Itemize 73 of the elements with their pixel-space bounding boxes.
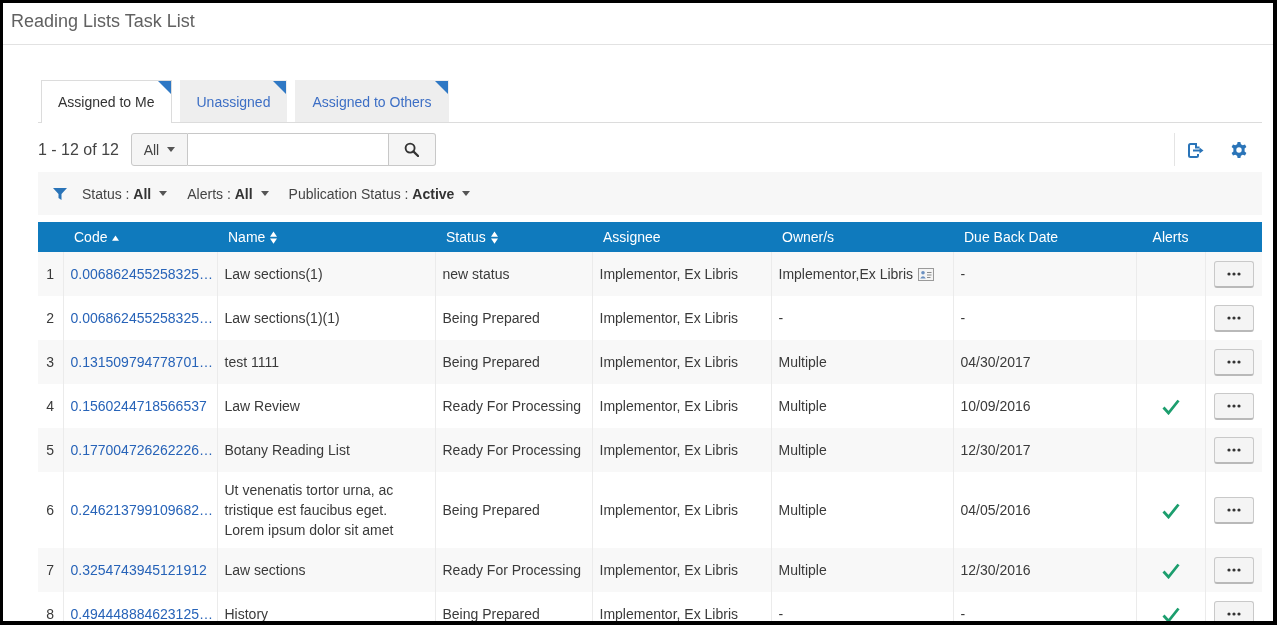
row-actions-button[interactable] <box>1213 436 1254 464</box>
owner-name: - <box>778 310 784 326</box>
code-link[interactable]: 0.1560244718566537 <box>70 398 207 414</box>
row-number: 5 <box>38 428 63 472</box>
ellipsis-icon <box>1226 315 1241 320</box>
corner-triangle-icon <box>157 81 171 94</box>
ellipsis-icon <box>1226 447 1241 452</box>
row-actions-button[interactable] <box>1213 304 1254 332</box>
ellipsis-icon <box>1226 359 1241 364</box>
row-actions-button[interactable] <box>1213 556 1254 584</box>
caret-icon <box>462 191 471 196</box>
code-link[interactable]: 0.246213799109682… <box>70 502 213 518</box>
filter-dropdown[interactable]: Status : All <box>82 185 168 202</box>
tab[interactable]: Unassigned <box>179 80 288 122</box>
column-header: Due Back Date <box>953 222 1136 252</box>
column-header[interactable]: Name <box>217 222 435 252</box>
ellipsis-icon <box>1226 611 1241 616</box>
code-link[interactable]: 0.3254743945121912 <box>70 562 207 578</box>
row-number: 3 <box>38 340 63 384</box>
tab[interactable]: Assigned to Others <box>295 80 449 122</box>
due-date-cell: - <box>953 592 1136 621</box>
row-actions-button[interactable] <box>1213 600 1254 621</box>
column-header[interactable]: Status <box>435 222 592 252</box>
owner-name: Implementor,Ex Libris <box>778 266 914 282</box>
name-cell: History <box>217 592 435 621</box>
owner-name: Multiple <box>778 398 827 414</box>
ellipsis-icon <box>1226 507 1241 512</box>
row-number: 6 <box>38 472 63 548</box>
status-cell: Being Prepared <box>435 592 592 621</box>
search-field[interactable] <box>187 133 389 166</box>
caret-icon <box>159 191 168 196</box>
row-number: 4 <box>38 384 63 428</box>
page-title: Reading Lists Task List <box>11 9 195 32</box>
code-link[interactable]: 0.131509794778701… <box>70 354 213 370</box>
row-number: 2 <box>38 296 63 340</box>
row-actions-button[interactable] <box>1213 496 1254 524</box>
filter-dropdown[interactable]: Publication Status : Active <box>288 185 471 202</box>
ellipsis-icon <box>1226 567 1241 572</box>
ellipsis-icon <box>1226 271 1241 276</box>
export-icon[interactable] <box>1187 140 1205 159</box>
owner-name: Multiple <box>778 502 827 518</box>
row-number: 7 <box>38 548 63 592</box>
corner-triangle-icon <box>434 81 448 94</box>
result-count: 1 - 12 of 12 <box>38 140 119 159</box>
column-header[interactable]: Code <box>63 222 217 252</box>
code-link[interactable]: 0.006862455258325… <box>70 266 213 282</box>
caret-icon <box>167 147 176 152</box>
column-header: Assignee <box>592 222 771 252</box>
scope-dropdown[interactable]: All <box>130 133 188 166</box>
owner-name: Multiple <box>778 442 827 458</box>
corner-triangle-icon <box>273 81 287 94</box>
code-link[interactable]: 0.494448884623125… <box>70 606 213 621</box>
owner-name: Multiple <box>778 562 827 578</box>
assignee-cell: Implementor, Ex Libris <box>592 592 771 621</box>
tab[interactable]: Assigned to Me <box>41 80 172 123</box>
search-icon <box>404 142 420 157</box>
caret-icon <box>260 191 269 196</box>
row-actions-button[interactable] <box>1213 260 1254 288</box>
code-link[interactable]: 0.177004726262226… <box>70 442 213 458</box>
column-header: Alerts <box>1136 222 1205 252</box>
row-actions-button[interactable] <box>1213 392 1254 420</box>
owner-name: - <box>778 606 784 621</box>
settings-icon[interactable] <box>1231 141 1247 158</box>
row-actions-button[interactable] <box>1213 348 1254 376</box>
owner-name: Multiple <box>778 354 827 370</box>
row-number: 8 <box>38 592 63 621</box>
search-button[interactable] <box>388 133 436 166</box>
filter-dropdown[interactable]: Alerts : All <box>187 185 269 202</box>
ellipsis-icon <box>1226 403 1241 408</box>
filter-icon[interactable] <box>53 186 67 201</box>
column-header: Owner/s <box>771 222 953 252</box>
row-number: 1 <box>38 252 63 296</box>
code-link[interactable]: 0.006862455258325… <box>70 310 213 326</box>
